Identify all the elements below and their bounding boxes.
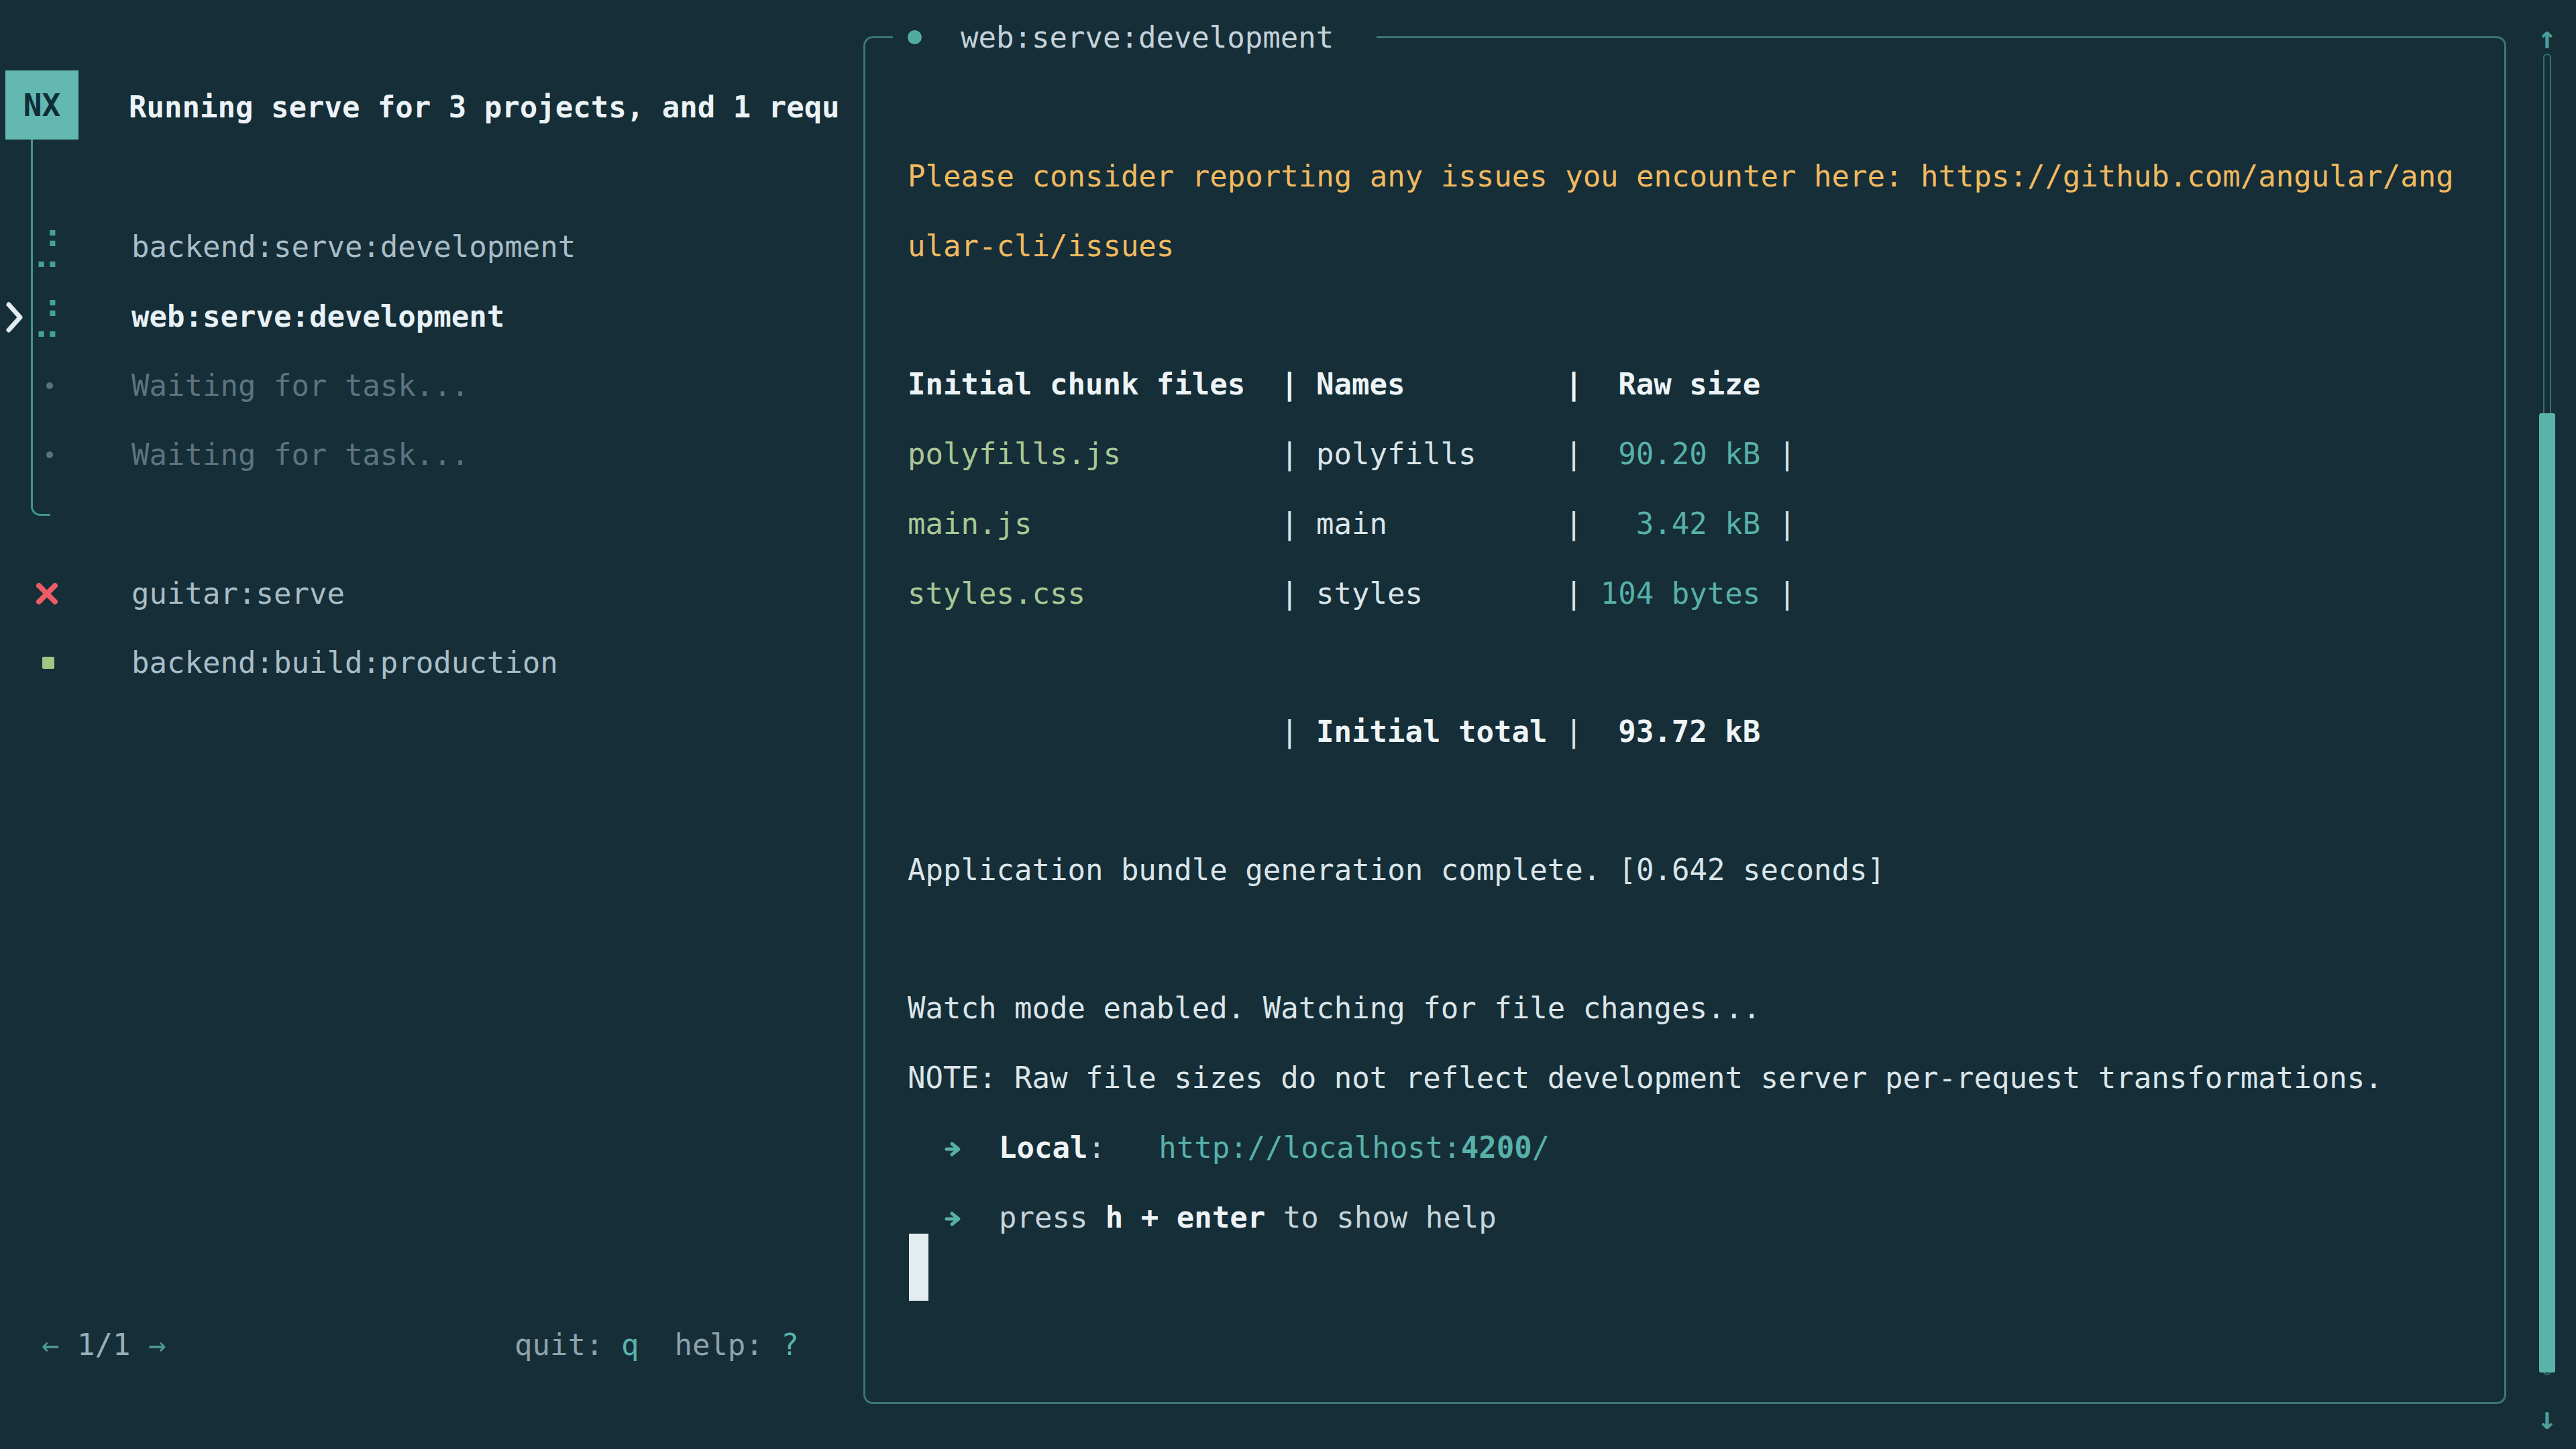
pagination: ← 1/1 → — [42, 1310, 166, 1380]
nx-logo: NX — [5, 70, 78, 140]
chunk-name: main — [1316, 489, 1565, 559]
note-line: NOTE: Raw file sizes do not reflect deve… — [908, 1043, 2383, 1113]
notice-line-2: ular-cli/issues — [908, 211, 1174, 281]
local-url-line: Local: http://localhost:4200/ — [908, 1113, 1550, 1183]
table-row: main.js|main|3.42 kB| — [908, 489, 1796, 559]
watch-mode-line: Watch mode enabled. Watching for file ch… — [908, 973, 1761, 1043]
press-suffix: to show help — [1283, 1200, 1497, 1234]
chunk-file: styles.css — [908, 559, 1281, 629]
col-raw-size: Raw size — [1601, 350, 1760, 419]
pipe: | — [1565, 506, 1583, 541]
total-label: Initial total — [1316, 697, 1565, 767]
task-item-backend-build[interactable]: backend:build:production — [131, 628, 558, 698]
quit-key[interactable]: q — [621, 1328, 639, 1362]
task-item-backend-serve[interactable]: backend:serve:development — [131, 212, 576, 282]
hotkey-bar: quit: q help:? — [515, 1310, 799, 1380]
local-colon: : — [1087, 1130, 1106, 1165]
bundle-complete-line: Application bundle generation complete. … — [908, 835, 1885, 905]
chunk-file: main.js — [908, 489, 1281, 559]
help-hint-line: press h + enter to show help — [908, 1183, 1497, 1252]
success-icon — [42, 657, 54, 669]
pending-dot-icon — [46, 451, 53, 458]
chunk-size: 90.20 kB — [1601, 419, 1760, 489]
col-initial-chunk-files: Initial chunk files — [908, 350, 1281, 419]
task-item-waiting-2[interactable]: Waiting for task... — [131, 420, 469, 490]
panel-title: web:serve:development — [893, 2, 1377, 72]
scrollbar-thumb[interactable] — [2539, 413, 2555, 1373]
task-item-web-serve[interactable]: web:serve:development — [131, 282, 504, 352]
spinner-icon: ⣘ — [32, 282, 62, 352]
failed-icon — [34, 580, 60, 607]
terminal-cursor — [909, 1234, 928, 1301]
pipe: | — [1565, 714, 1583, 749]
notice-line-1: Please consider reporting any issues you… — [908, 142, 2454, 211]
table-row: polyfills.js|polyfills|90.20 kB| — [908, 419, 1796, 489]
quit-label: quit: — [515, 1328, 603, 1362]
pipe: | — [1565, 367, 1583, 401]
chunk-name: styles — [1316, 559, 1565, 629]
prompt-arrow-icon — [943, 1130, 963, 1165]
pipe: | — [1778, 437, 1796, 471]
pipe: | — [1281, 367, 1299, 401]
pipe: | — [1281, 714, 1299, 749]
local-url[interactable]: http://localhost: — [1159, 1130, 1460, 1165]
total-size: 93.72 kB — [1601, 697, 1760, 767]
pending-dot-icon — [46, 382, 53, 389]
table-row: styles.css|styles|104 bytes| — [908, 559, 1796, 629]
pipe: | — [1565, 576, 1583, 610]
task-status-dot-icon — [908, 30, 922, 44]
chunk-file: polyfills.js — [908, 419, 1281, 489]
chunk-size: 104 bytes — [1601, 559, 1760, 629]
chunk-size: 3.42 kB — [1601, 489, 1760, 559]
nx-terminal-ui: NX Running serve for 3 projects, and 1 r… — [0, 0, 2576, 1449]
pipe: | — [1281, 437, 1299, 471]
help-label: help: — [674, 1328, 763, 1362]
chunk-name: polyfills — [1316, 419, 1565, 489]
press-keys: h + enter — [1106, 1200, 1265, 1234]
sidebar-title: Running serve for 3 projects, and 1 requ — [129, 72, 860, 142]
selected-task-arrow-icon — [5, 300, 24, 335]
pipe: | — [1281, 576, 1299, 610]
local-port[interactable]: 4200 — [1461, 1130, 1532, 1165]
local-label: Local — [999, 1130, 1087, 1165]
page-next-arrow[interactable]: → — [148, 1328, 166, 1362]
panel-title-text: web:serve:development — [961, 20, 1334, 54]
scroll-down-icon[interactable]: ↓ — [2529, 1383, 2565, 1449]
pipe: | — [1565, 437, 1583, 471]
table-header-row: Initial chunk files|Names|Raw size — [908, 350, 1760, 419]
local-url-slash[interactable]: / — [1532, 1130, 1550, 1165]
help-key[interactable]: ? — [781, 1328, 799, 1362]
pipe: | — [1281, 506, 1299, 541]
prompt-arrow-icon — [943, 1200, 963, 1234]
press-prefix: press — [999, 1200, 1087, 1234]
pipe: | — [1778, 576, 1796, 610]
page-indicator: 1/1 — [77, 1328, 130, 1362]
task-item-guitar-serve[interactable]: guitar:serve — [131, 559, 345, 629]
col-names: Names — [1316, 350, 1565, 419]
pipe: | — [1778, 506, 1796, 541]
spinner-icon: ⣘ — [32, 212, 62, 282]
page-prev-arrow[interactable]: ← — [42, 1328, 60, 1362]
task-item-waiting-1[interactable]: Waiting for task... — [131, 351, 469, 421]
table-total-row: |Initial total|93.72 kB — [908, 697, 1760, 767]
